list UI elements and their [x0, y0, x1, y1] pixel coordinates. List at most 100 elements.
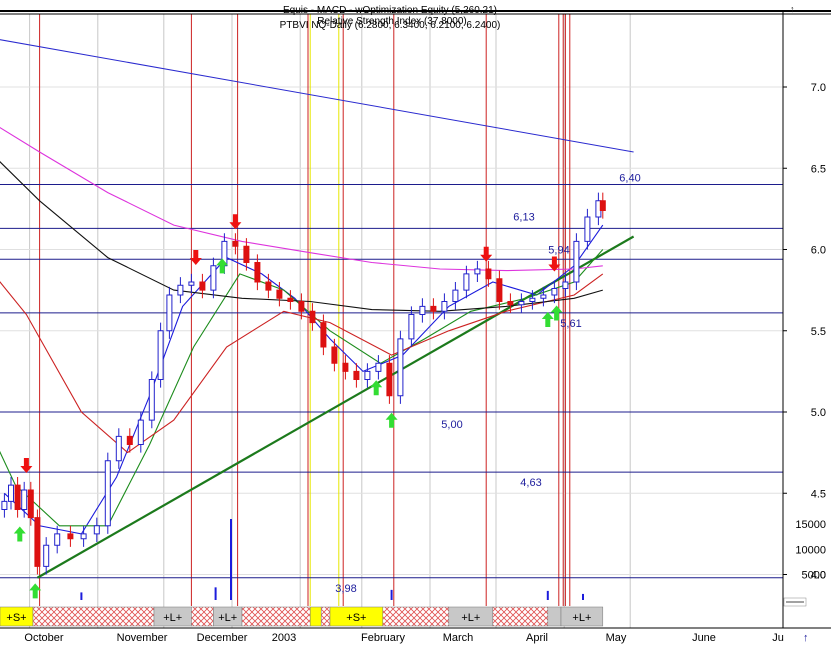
candle-body-30 [309, 310, 316, 324]
candle-body-9 [80, 533, 87, 540]
price-tick-label-1: 6.5 [811, 163, 826, 175]
candle-body-45 [474, 268, 481, 275]
candle-body-51 [540, 294, 547, 299]
candle-body-49 [518, 301, 525, 306]
candle-body-46 [485, 268, 492, 280]
level-label-6: 3,98 [335, 583, 356, 595]
candle-body-2 [14, 484, 21, 510]
candle-body-55 [584, 216, 591, 242]
position-band-yellow [309, 606, 322, 627]
price-tick-label-3: 5.5 [811, 326, 826, 338]
level-label-3: 5,61 [560, 318, 581, 330]
candle-body-13 [126, 435, 133, 445]
candle-body-32 [331, 346, 338, 364]
candle-body-25 [254, 262, 261, 283]
level-label-4: 5,00 [441, 419, 462, 431]
scroll-up-icon[interactable]: ↑ [790, 4, 795, 14]
x-tick-label-8: June [692, 632, 716, 644]
price-tick-label-0: 7.0 [811, 82, 826, 94]
candle-body-50 [529, 297, 536, 302]
candle-body-37 [386, 362, 393, 397]
candle-body-26 [265, 281, 272, 291]
candle-body-31 [320, 322, 327, 348]
volume-tick-label-2: 5000 [802, 570, 826, 582]
price-tick-label-4: 5.0 [811, 407, 826, 419]
candle-body-18 [177, 284, 184, 296]
level-label-0: 6,40 [619, 173, 640, 185]
x-tick-label-4: February [361, 632, 406, 644]
chart-svg: 6,40 6,13 5,94 5,61 5,00 4,63 3,98 +S+ +L+ +L+ +S… [0, 0, 831, 644]
candle-body-6 [43, 544, 50, 567]
chart-background [0, 0, 831, 644]
x-tick-label-9: Ju [772, 632, 784, 644]
level-label-2: 5,94 [548, 244, 569, 256]
candle-body-27 [276, 289, 283, 299]
candle-body-41 [430, 305, 437, 312]
candle-body-53 [562, 281, 569, 289]
candle-body-23 [232, 240, 239, 247]
volume-bar-1 [80, 592, 83, 600]
position-band-out [382, 606, 450, 627]
position-band-out [492, 606, 549, 627]
candle-body-8 [67, 533, 74, 540]
candle-body-7 [54, 533, 61, 546]
position-band-label: +L+ [572, 612, 591, 624]
candle-body-43 [452, 289, 459, 302]
candle-body-0 [1, 500, 8, 510]
position-band-label: +S+ [346, 612, 366, 624]
x-tick-label-2: December [197, 632, 248, 644]
candle-body-34 [353, 370, 360, 380]
candle-body-38 [397, 338, 404, 397]
candle-body-48 [507, 301, 514, 306]
position-bands: +S+ +L+ +L+ +S+ +L+ +L+ [0, 606, 604, 627]
candle-body-54 [573, 240, 580, 283]
candle-body-42 [441, 301, 448, 312]
volume-bar-4 [546, 590, 549, 600]
candle-body-44 [463, 273, 470, 291]
header-line-3: PTBVI NQ-Daily (6.2800, 6.3400, 6.2100, … [280, 20, 501, 31]
x-tick-label-7: May [606, 632, 627, 644]
candle-body-14 [137, 419, 144, 445]
header-line-1: Equis - MACD - wOptimization Equity (5,2… [283, 5, 497, 16]
position-band-out [191, 606, 214, 627]
candle-body-3 [21, 489, 28, 510]
position-band-long [547, 606, 562, 627]
candle-body-15 [148, 379, 155, 421]
position-band-label: +L+ [218, 612, 237, 624]
level-label-5: 4,63 [520, 477, 541, 489]
scroll-right-icon[interactable]: ↑ [803, 632, 809, 644]
candle-body-29 [298, 301, 305, 312]
volume-tick-label-0: 15000 [795, 519, 826, 531]
position-band-out [241, 606, 311, 627]
candle-body-40 [419, 305, 426, 315]
candle-body-24 [243, 245, 250, 263]
candle-body-5 [34, 517, 41, 567]
level-label-1: 6,13 [513, 211, 534, 223]
position-band-out [320, 606, 331, 627]
x-tick-label-3: 2003 [272, 632, 296, 644]
candle-body-36 [375, 362, 382, 372]
candle-body-12 [115, 435, 122, 462]
x-tick-label-6: April [526, 632, 548, 644]
candle-body-21 [210, 265, 217, 291]
candle-body-57 [599, 200, 606, 211]
x-tick-label-1: November [117, 632, 168, 644]
candle-body-4 [27, 489, 34, 519]
x-tick-label-5: March [443, 632, 474, 644]
candle-body-39 [408, 314, 415, 340]
candle-body-28 [287, 297, 294, 302]
position-band-label: +L+ [461, 612, 480, 624]
candle-body-10 [93, 525, 100, 535]
position-band-label: +S+ [6, 612, 26, 624]
volume-bar-5 [582, 593, 584, 600]
candle-body-19 [188, 281, 195, 286]
candle-body-17 [166, 294, 173, 332]
candle-body-33 [342, 362, 349, 372]
candle-body-11 [104, 460, 111, 527]
volume-bar-0 [230, 519, 232, 600]
volume-bar-2 [214, 587, 217, 600]
x-tick-label-0: October [24, 632, 63, 644]
candle-body-52 [551, 288, 558, 296]
candle-body-47 [496, 278, 503, 302]
price-tick-label-5: 4.5 [811, 488, 826, 500]
